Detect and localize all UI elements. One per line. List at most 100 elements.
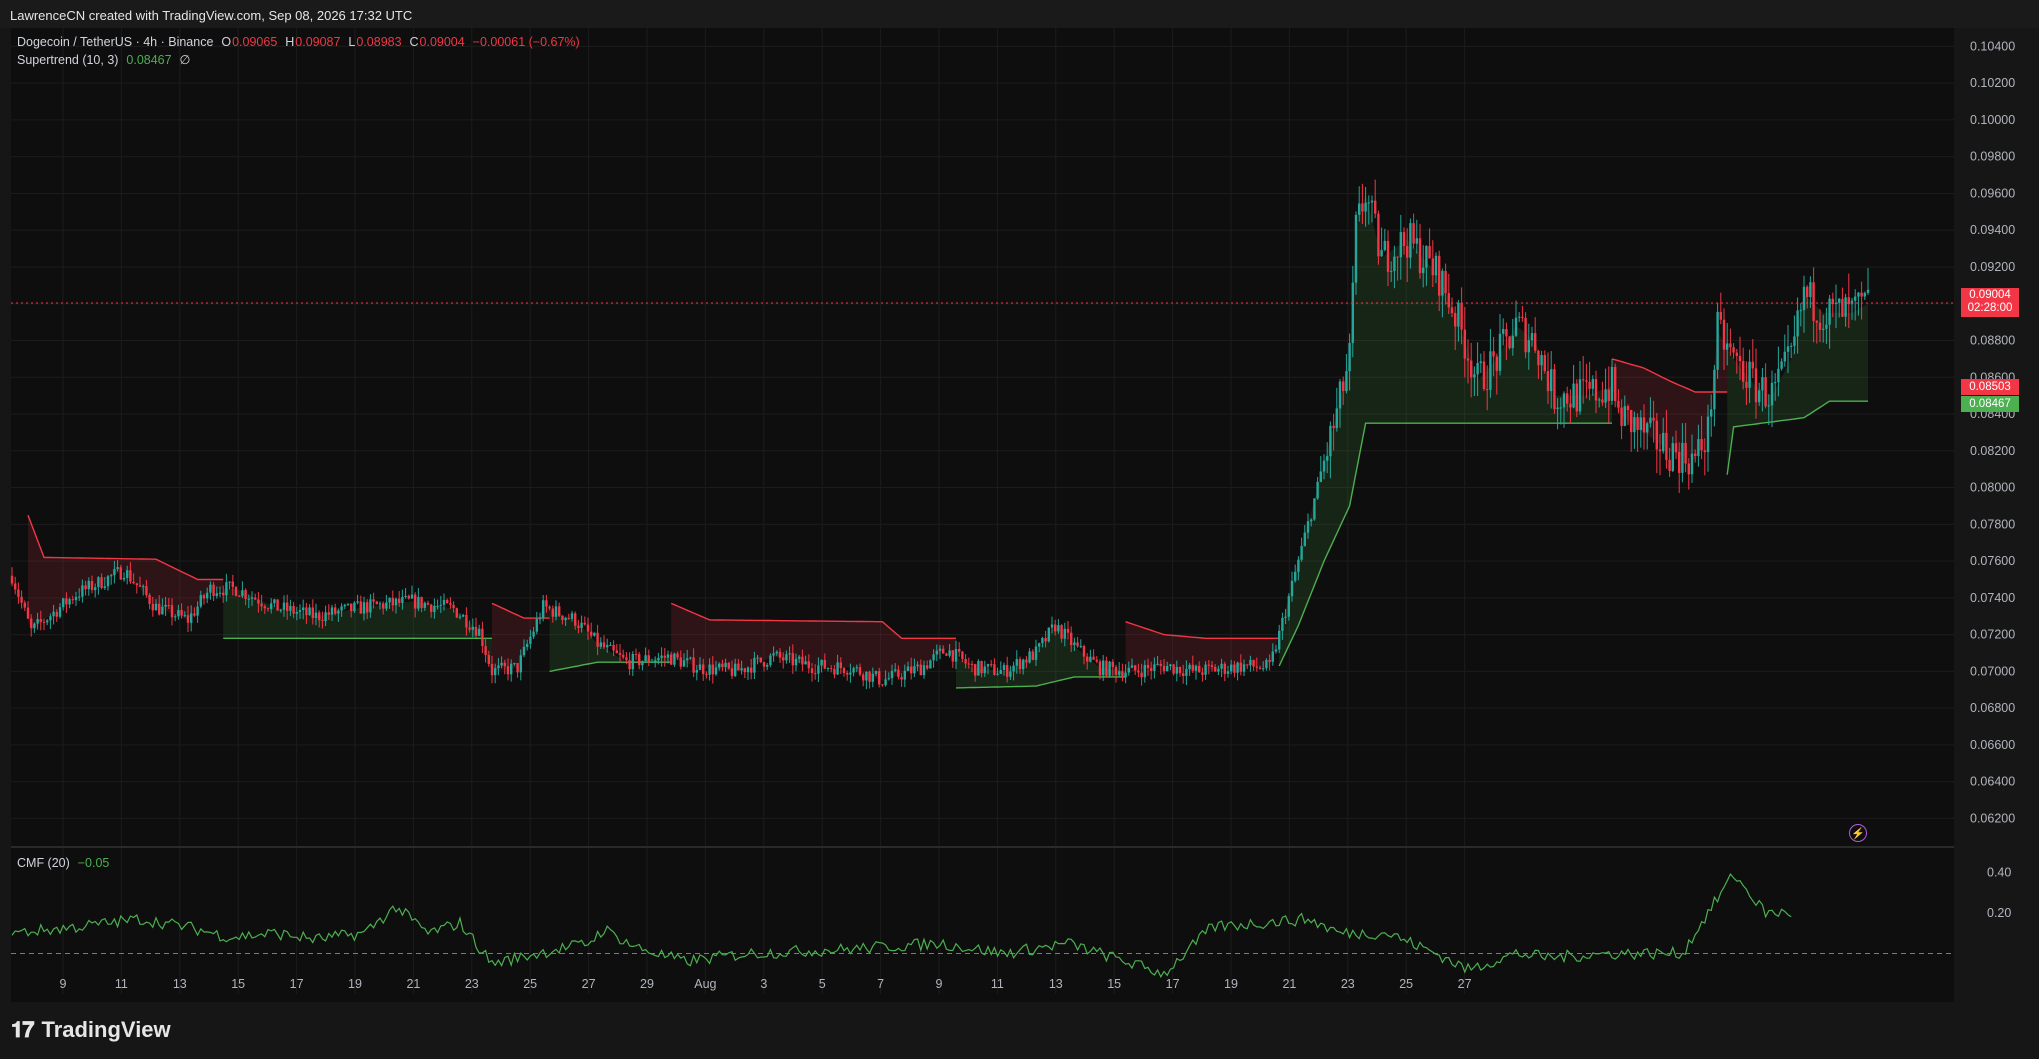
candle-body [20, 596, 23, 603]
candle-body [935, 650, 938, 655]
candle-body [1799, 310, 1802, 312]
candle-body [1268, 660, 1271, 662]
lightning-icon[interactable]: ⚡ [1849, 824, 1867, 842]
low-label: L [348, 35, 356, 49]
candle-body [1434, 255, 1438, 276]
candle-body [503, 662, 506, 667]
candle-body [1479, 361, 1482, 363]
supertrend-label[interactable]: Supertrend (10, 3) [17, 53, 118, 67]
candle-body [913, 666, 916, 674]
candle-body [926, 665, 929, 669]
candle-body [1703, 450, 1706, 453]
candle-body [1614, 366, 1617, 402]
candle-body [1015, 659, 1018, 666]
candle-body [244, 590, 247, 599]
candle-body [1617, 401, 1620, 408]
candle-body [1735, 352, 1738, 356]
candle-body [46, 620, 49, 623]
candle-body [1297, 559, 1300, 572]
y-tick-label: 0.07400 [1970, 591, 2015, 605]
candle-body [1329, 425, 1332, 457]
candle-body [1863, 292, 1866, 297]
candle-body [71, 599, 74, 601]
candle-body [346, 603, 350, 605]
candle-body [330, 607, 334, 615]
candle-body [817, 665, 820, 674]
time-axis[interactable] [11, 994, 1954, 1002]
symbol-name[interactable]: Dogecoin / TetherUS · 4h · Binance [17, 35, 213, 49]
candle-body [49, 616, 52, 621]
tradingview-brand[interactable]: 𝟏𝟕 TradingView [11, 1016, 171, 1044]
candle-body [215, 593, 218, 596]
candle-body [801, 656, 804, 665]
candle-body [1719, 311, 1722, 320]
candle-body [1607, 389, 1610, 401]
candle-body [638, 654, 641, 666]
candle-body [1386, 240, 1390, 272]
candle-body [174, 616, 177, 618]
candle-body [250, 597, 254, 599]
candle-body [289, 605, 292, 611]
candle-body [1850, 300, 1854, 305]
candle-body [145, 586, 148, 595]
candle-body [1348, 343, 1351, 372]
candle-body [1825, 324, 1828, 329]
candle-body [1402, 232, 1406, 247]
candle-body [618, 653, 622, 655]
candle-body [1041, 638, 1044, 644]
x-tick-label: 11 [991, 977, 1004, 991]
cmf-pane[interactable] [11, 848, 1954, 994]
candle-body [1796, 310, 1799, 337]
candle-body [887, 678, 890, 680]
candle-body [190, 613, 193, 623]
candle-body [938, 648, 942, 651]
chart-canvas[interactable]: 0.10400 0.10200 0.10000 0.09800 0.09600 0.094… [0, 0, 2039, 1059]
candle-body [999, 670, 1002, 674]
candle-body [225, 582, 228, 596]
candle-body [1271, 651, 1274, 662]
candle-body [1495, 356, 1498, 371]
candle-body [1700, 439, 1703, 451]
candle-body [778, 651, 782, 658]
candle-body [1786, 346, 1790, 352]
x-tick-label: 29 [640, 977, 654, 991]
candle-body [727, 662, 730, 669]
cmf-label[interactable]: CMF (20) [17, 856, 70, 870]
candle-body [1082, 646, 1086, 657]
candle-body [1265, 660, 1268, 669]
supertrend-lower-tag: 0.08467 [1961, 396, 2019, 412]
candle-body [1018, 659, 1022, 670]
candle-body [1537, 350, 1540, 366]
candle-body [647, 655, 650, 663]
candle-body [580, 622, 583, 628]
candle-body [1470, 360, 1473, 378]
candle-body [1633, 417, 1636, 433]
candle-body [1396, 256, 1399, 258]
candle-body [1185, 669, 1188, 676]
candle-body [1543, 355, 1546, 372]
candle-body [65, 598, 68, 605]
y-tick-label: 0.10000 [1970, 113, 2015, 127]
candle-body [1367, 202, 1370, 204]
candle-body [577, 625, 580, 628]
candle-body [1646, 423, 1649, 433]
candle-body [308, 607, 311, 616]
candle-body [366, 602, 369, 613]
candle-body [1134, 665, 1137, 671]
candle-body [55, 611, 58, 617]
candle-body [724, 662, 727, 667]
candle-body [983, 666, 986, 674]
candle-body [743, 668, 746, 673]
candle-body [1284, 616, 1287, 618]
supertrend-empty-value: ∅ [179, 53, 191, 67]
candle-body [615, 650, 618, 654]
candle-body [967, 663, 970, 665]
candle-body [1162, 665, 1166, 672]
candle-body [401, 596, 404, 603]
candle-body [810, 668, 814, 674]
candle-body [1665, 432, 1668, 460]
change-value: −0.00061 (−0.67%) [472, 35, 580, 49]
candle-body [30, 618, 33, 629]
candle-body [785, 654, 788, 661]
candle-body [1383, 240, 1386, 250]
